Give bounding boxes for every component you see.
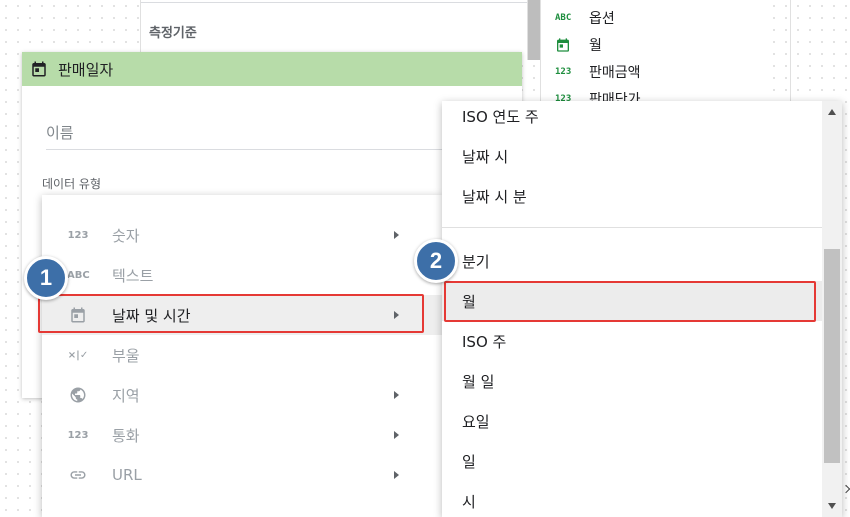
number-type-icon: 123	[67, 429, 89, 441]
field-item-sales-amount[interactable]: 123 판매금액	[555, 62, 641, 82]
menu-item-label: 통화	[112, 426, 140, 445]
dimensions-panel: 측정기준	[140, 0, 540, 60]
menu-item-boolean[interactable]: ×|✓ 부울	[42, 335, 442, 375]
menu-item-label: 부울	[112, 346, 140, 365]
field-list-panel: ABC 옵션 월 123 판매금액 123 판매단가	[540, 0, 770, 110]
submenu-arrow-icon	[394, 431, 399, 439]
submenu-item-month-day[interactable]: 월 일	[442, 361, 822, 401]
submenu-arrow-icon	[394, 391, 399, 399]
data-type-menu: 123 숫자 ABC 텍스트 날짜 및 시간 ×|✓ 부울 지역 123 통화 …	[42, 195, 442, 517]
scrollbar-thumb[interactable]	[824, 249, 840, 463]
submenu-item-iso-year-week[interactable]: ISO 연도 주	[442, 96, 822, 136]
text-type-icon: ABC	[67, 269, 90, 281]
submenu-item-weekday[interactable]: 요일	[442, 401, 822, 441]
step-badge-1: 1	[24, 256, 68, 300]
menu-item-geo[interactable]: 지역	[42, 375, 442, 415]
menu-item-text[interactable]: ABC 텍스트	[42, 255, 442, 295]
submenu-item-iso-week[interactable]: ISO 주	[442, 321, 822, 361]
submenu-divider	[442, 227, 822, 228]
submenu-item-date-hour-minute[interactable]: 날짜 시 분	[442, 176, 822, 216]
link-icon	[67, 466, 89, 484]
field-label: 월	[589, 38, 602, 54]
data-type-label: 데이터 유형	[42, 177, 102, 191]
menu-item-currency[interactable]: 123 통화	[42, 415, 442, 455]
chevron-right-icon[interactable]	[841, 484, 850, 494]
menu-item-number[interactable]: 123 숫자	[42, 215, 442, 255]
menu-item-label: 텍스트	[112, 266, 154, 285]
submenu-scrollbar[interactable]	[822, 101, 842, 517]
card-header: 판매일자	[22, 52, 522, 86]
field-label: 판매금액	[589, 65, 641, 81]
card-title: 판매일자	[58, 60, 114, 79]
dimensions-title: 측정기준	[149, 26, 197, 41]
scroll-down-arrow-icon[interactable]	[828, 503, 836, 509]
panel-scrollbar[interactable]	[528, 0, 540, 60]
panel-top-border	[141, 0, 527, 3]
number-type-icon: 123	[555, 67, 572, 77]
field-label: 옵션	[589, 11, 615, 27]
field-item-month[interactable]: 월	[555, 35, 602, 55]
menu-item-label: URL	[112, 466, 142, 484]
step-badge-2: 2	[414, 239, 458, 283]
submenu-item-day[interactable]: 일	[442, 441, 822, 481]
submenu-item-date-hour[interactable]: 날짜 시	[442, 136, 822, 176]
submenu-arrow-icon	[394, 471, 399, 479]
menu-item-label: 숫자	[112, 226, 140, 245]
scroll-up-arrow-icon[interactable]	[828, 109, 836, 115]
number-type-icon: 123	[67, 229, 89, 241]
text-type-icon: ABC	[555, 13, 572, 23]
globe-icon	[67, 386, 89, 404]
highlight-date-time	[38, 294, 424, 333]
calendar-icon	[555, 37, 577, 53]
calendar-icon	[30, 60, 48, 78]
highlight-month	[444, 281, 816, 322]
field-item-option[interactable]: ABC 옵션	[555, 8, 615, 28]
submenu-item-hour[interactable]: 시	[442, 481, 822, 517]
boolean-type-icon: ×|✓	[67, 349, 89, 361]
submenu-item-quarter[interactable]: 분기	[442, 241, 822, 281]
panel-divider	[790, 0, 791, 110]
menu-item-url[interactable]: URL	[42, 455, 442, 495]
submenu-arrow-icon	[394, 231, 399, 239]
menu-item-label: 지역	[112, 386, 140, 405]
